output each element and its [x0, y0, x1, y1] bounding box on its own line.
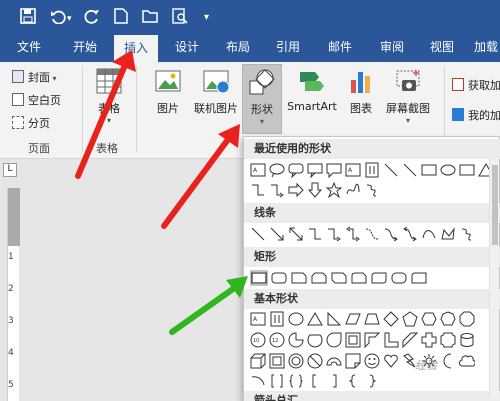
red-arrow-shapes — [161, 131, 235, 229]
red-arrow-insert-tab — [75, 55, 131, 179]
watermark: 经验 — [415, 359, 437, 372]
green-arrow-rectangle — [169, 281, 243, 335]
annotation-arrows — [75, 50, 248, 335]
